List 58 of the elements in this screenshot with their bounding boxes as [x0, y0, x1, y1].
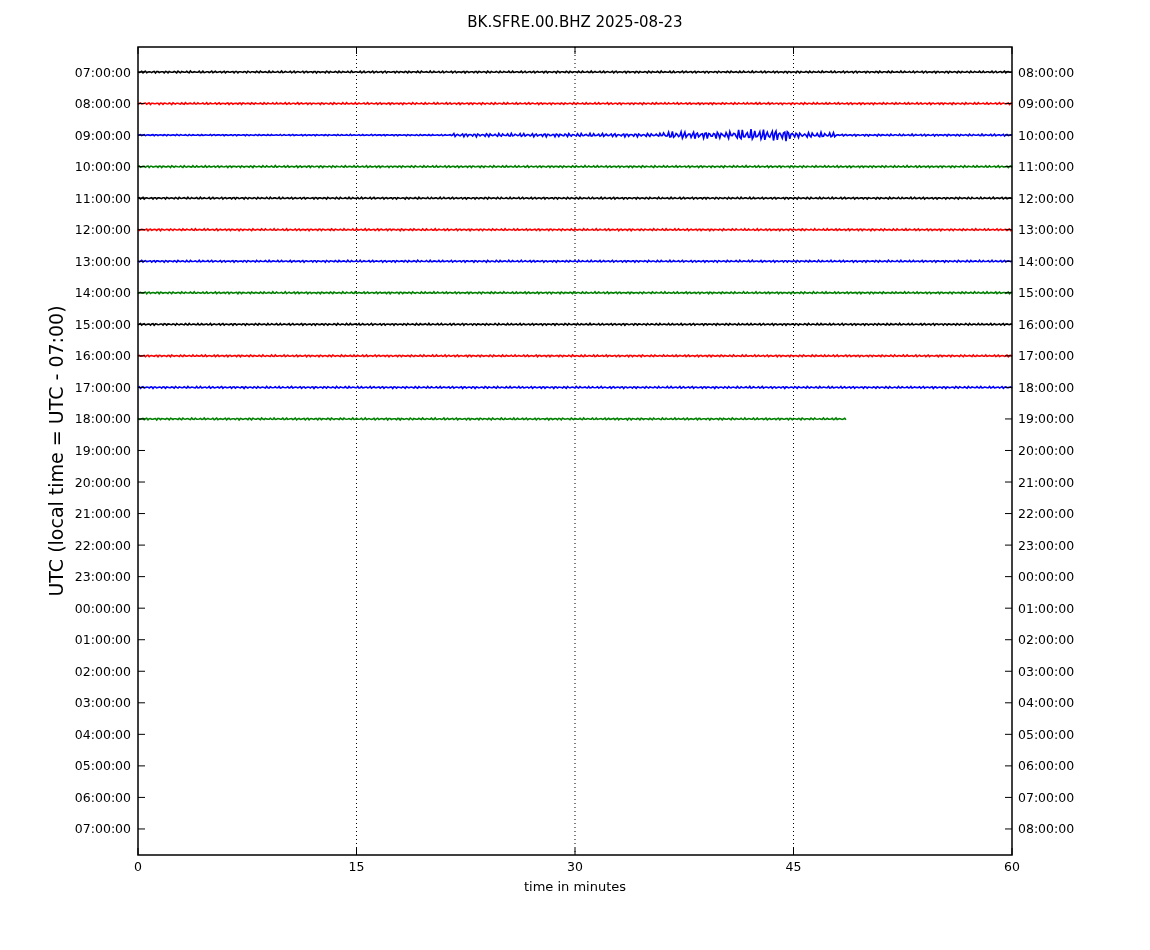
- y-tick-label: 22:00:00: [74, 537, 131, 553]
- y-tick-label: 11:00:00: [1018, 159, 1075, 175]
- y-tick-label: 23:00:00: [74, 569, 131, 585]
- y-tick-label: 01:00:00: [1018, 600, 1075, 616]
- y-tick-label: 00:00:00: [1018, 569, 1075, 585]
- x-tick-label: 60: [1004, 859, 1020, 874]
- y-tick-label: 07:00:00: [1018, 789, 1075, 805]
- y-tick-label: 17:00:00: [1018, 348, 1075, 364]
- y-tick-label: 07:00:00: [74, 64, 131, 80]
- y-tick-label: 16:00:00: [1018, 316, 1075, 332]
- y-tick-label: 18:00:00: [1018, 379, 1075, 395]
- y-tick-label: 09:00:00: [1018, 96, 1075, 112]
- y-tick-label: 02:00:00: [1018, 632, 1075, 648]
- y-tick-label: 09:00:00: [74, 127, 131, 143]
- chart-title: BK.SFRE.00.BHZ 2025-08-23: [467, 13, 683, 31]
- y-tick-label: 04:00:00: [74, 726, 131, 742]
- y-tick-label: 10:00:00: [74, 159, 131, 175]
- x-tick-label: 30: [567, 859, 583, 874]
- y-tick-label: 08:00:00: [1018, 821, 1075, 837]
- y-tick-label: 02:00:00: [74, 663, 131, 679]
- y-tick-label: 08:00:00: [1018, 64, 1075, 80]
- y-axis-label: UTC (local time = UTC - 07:00): [45, 305, 67, 597]
- y-tick-label: 03:00:00: [1018, 663, 1075, 679]
- y-tick-label: 06:00:00: [74, 789, 131, 805]
- y-tick-label: 04:00:00: [1018, 695, 1075, 711]
- y-tick-label: 00:00:00: [74, 600, 131, 616]
- y-tick-label: 14:00:00: [74, 285, 131, 301]
- x-axis-label: time in minutes: [523, 879, 627, 894]
- y-tick-label: 23:00:00: [1018, 537, 1075, 553]
- y-tick-label: 10:00:00: [1018, 127, 1075, 143]
- y-tick-label: 05:00:00: [1018, 726, 1075, 742]
- y-tick-label: 12:00:00: [1018, 190, 1075, 206]
- y-tick-label: 14:00:00: [1018, 253, 1075, 269]
- y-tick-label: 11:00:00: [74, 190, 131, 206]
- y-tick-label: 21:00:00: [74, 506, 131, 522]
- y-tick-label: 07:00:00: [74, 821, 131, 837]
- y-tick-label: 03:00:00: [74, 695, 131, 711]
- x-tick-label: 45: [785, 859, 802, 874]
- y-tick-label: 19:00:00: [74, 443, 131, 458]
- y-tick-label: 05:00:00: [74, 758, 131, 774]
- y-tick-label: 16:00:00: [74, 348, 131, 364]
- y-tick-label: 17:00:00: [74, 379, 131, 395]
- y-tick-label: 15:00:00: [74, 316, 131, 332]
- y-tick-label: 06:00:00: [1018, 758, 1075, 774]
- y-tick-label: 22:00:00: [1018, 506, 1075, 522]
- y-tick-label: 12:00:00: [74, 222, 131, 238]
- y-tick-label: 08:00:00: [74, 96, 131, 112]
- x-tick-label: 15: [348, 859, 365, 874]
- y-tick-label: 21:00:00: [1018, 474, 1075, 490]
- y-tick-label: 01:00:00: [74, 632, 131, 648]
- y-tick-label: 20:00:00: [1018, 443, 1075, 458]
- y-tick-label: 18:00:00: [74, 411, 131, 427]
- y-tick-label: 13:00:00: [1018, 222, 1075, 238]
- x-tick-label: 0: [134, 859, 142, 874]
- y-tick-label: 15:00:00: [1018, 285, 1075, 301]
- y-tick-label: 13:00:00: [74, 253, 131, 269]
- y-tick-label: 19:00:00: [1018, 411, 1075, 427]
- y-tick-label: 20:00:00: [74, 474, 131, 490]
